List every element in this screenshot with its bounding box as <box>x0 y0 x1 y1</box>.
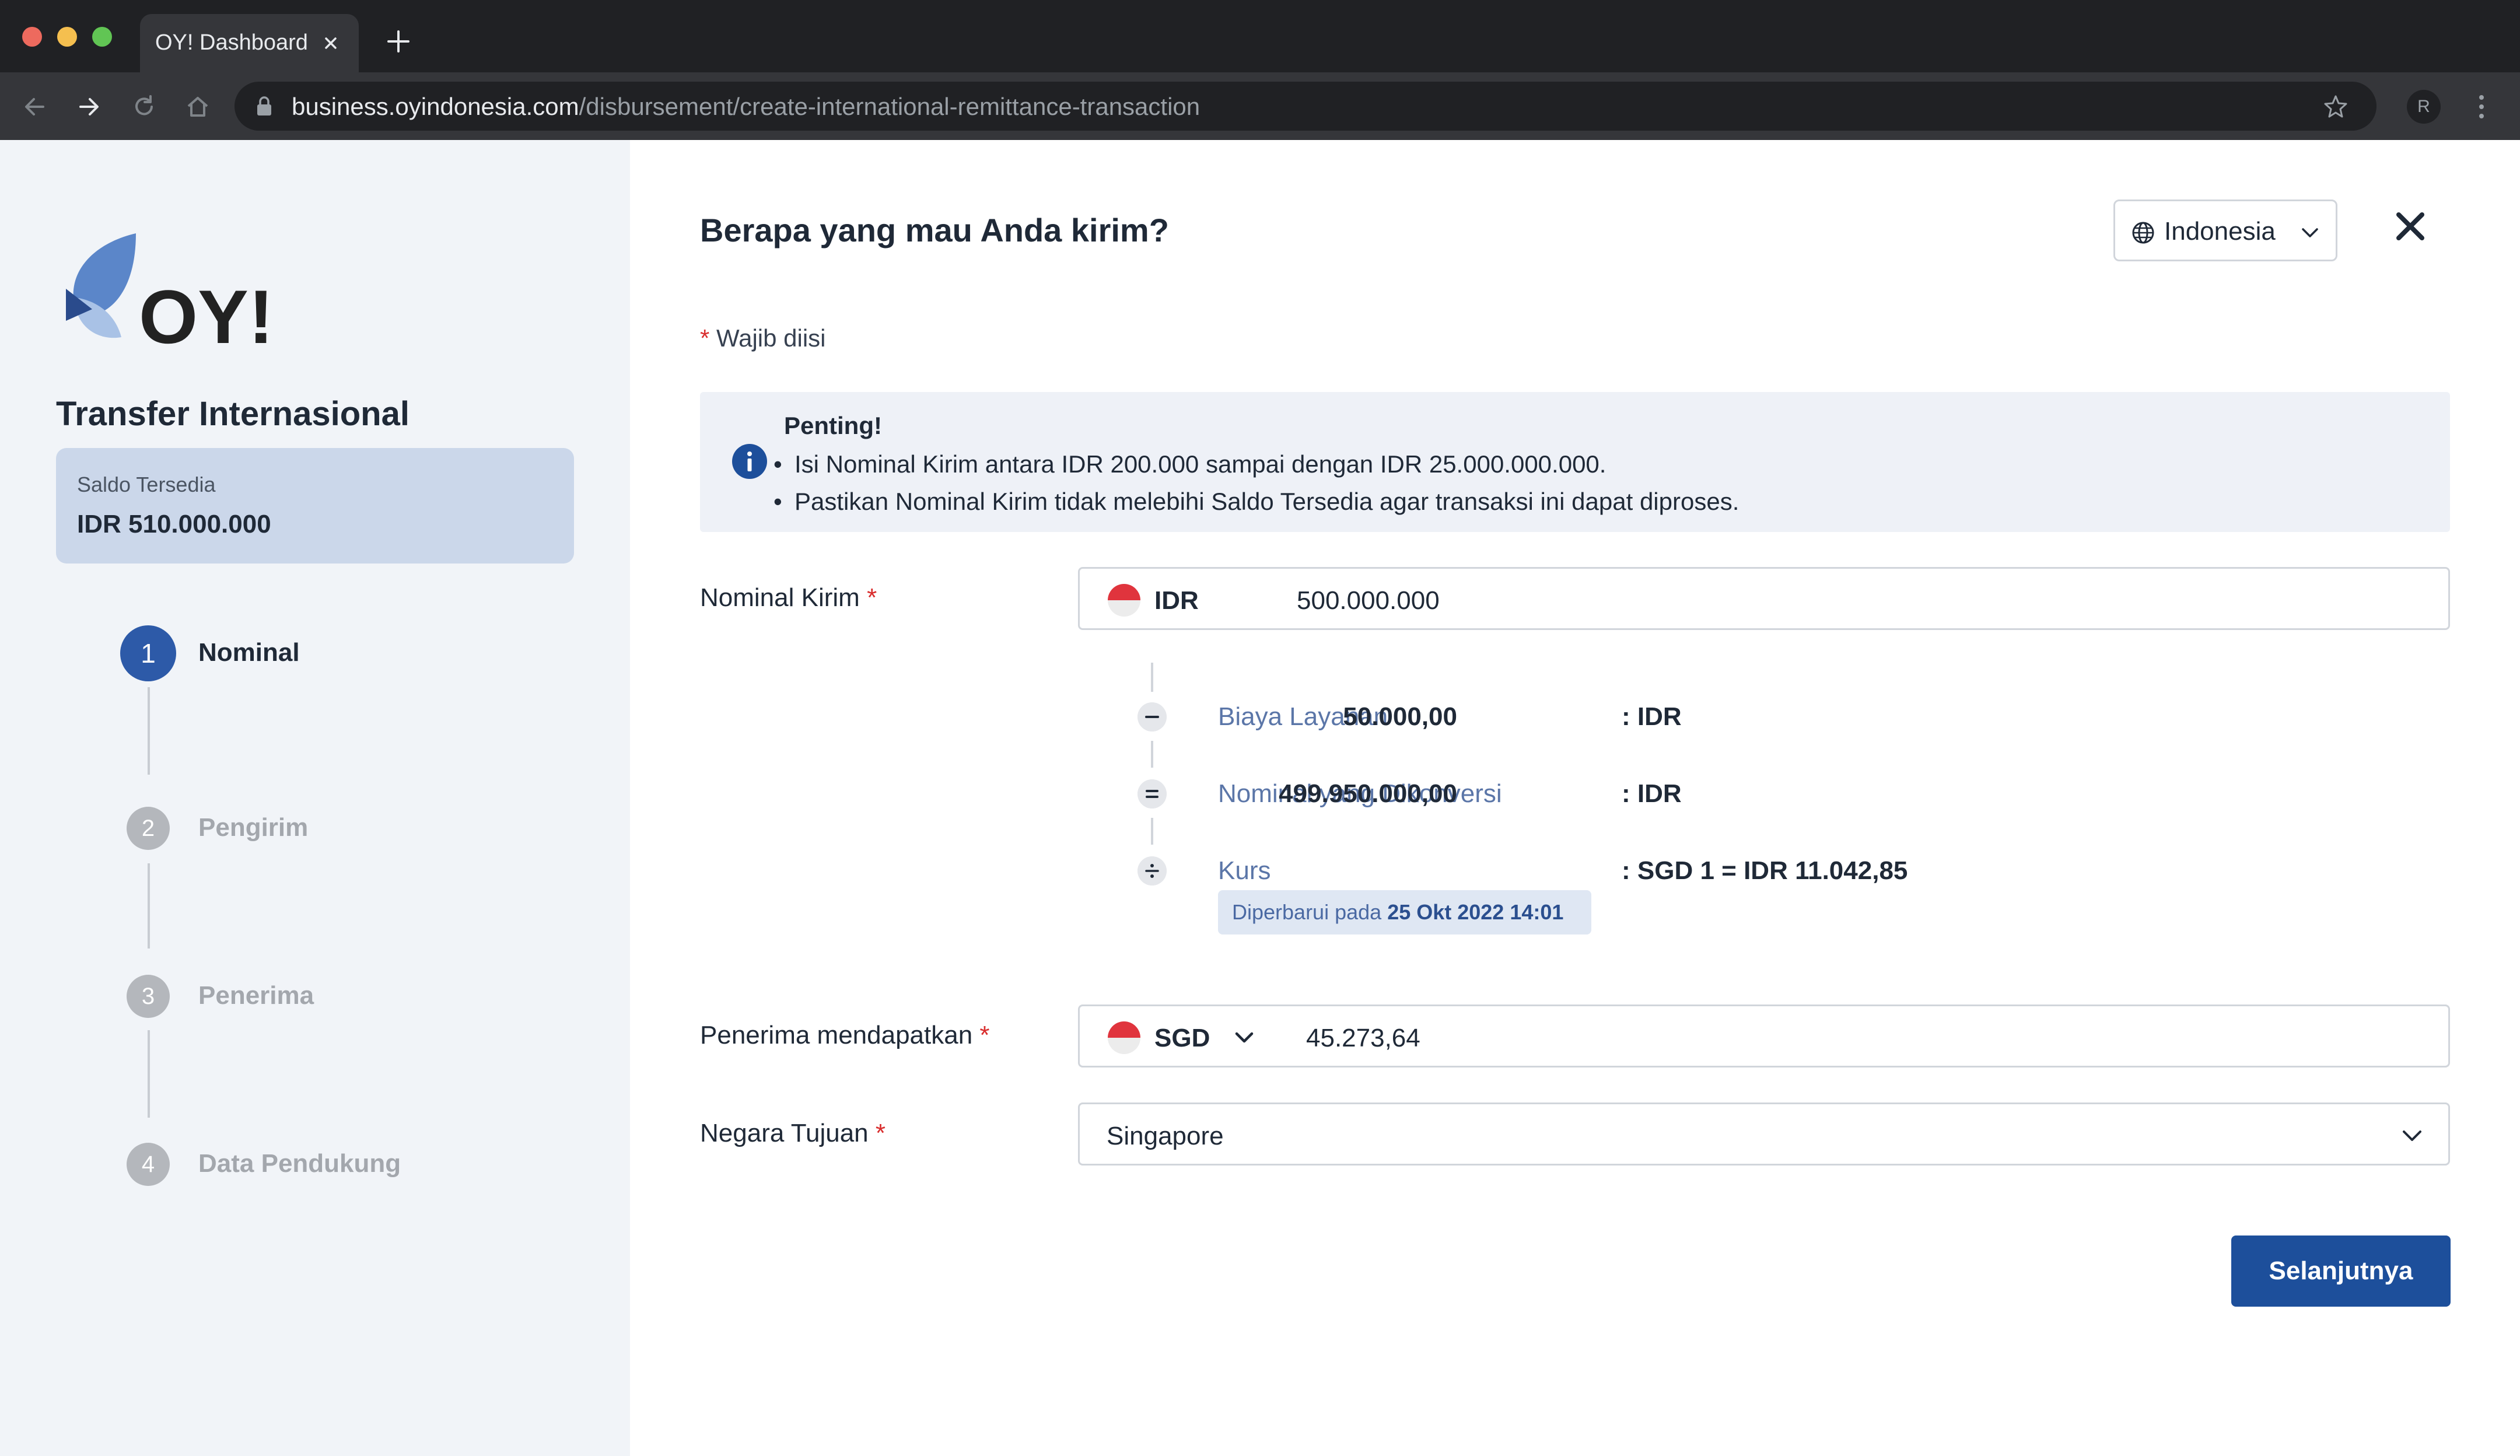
window-maximize-button[interactable] <box>92 27 112 47</box>
language-select[interactable]: Indonesia <box>2113 200 2337 261</box>
breakdown-connector <box>1151 663 1153 692</box>
required-note: * Wajib diisi <box>700 324 826 352</box>
notice-title: Penting! <box>784 412 882 439</box>
send-amount-label: Nominal Kirim * <box>700 583 877 612</box>
rate-label: Kurs <box>1218 856 1271 885</box>
next-button[interactable]: Selanjutnya <box>2231 1236 2451 1307</box>
step-number: 1 <box>120 625 176 681</box>
language-label: Indonesia <box>2164 217 2276 246</box>
tab-title: OY! Dashboard <box>155 30 308 55</box>
back-arrow-icon[interactable] <box>20 92 49 121</box>
page-section-title: Transfer Internasional <box>56 395 410 433</box>
breakdown-connector <box>1151 818 1153 845</box>
minus-icon <box>1138 702 1167 732</box>
home-icon[interactable] <box>183 92 212 121</box>
step-number: 2 <box>127 807 170 850</box>
balance-value: IDR 510.000.000 <box>77 510 271 538</box>
step-number: 3 <box>127 975 170 1018</box>
notice-item: Isi Nominal Kirim antara IDR 200.000 sam… <box>774 450 1606 478</box>
balance-card: Saldo Tersedia IDR 510.000.000 <box>56 448 574 564</box>
svg-text:OY!: OY! <box>139 274 274 350</box>
breakdown-connector <box>1151 741 1153 768</box>
bookmark-star-icon[interactable] <box>2323 93 2348 119</box>
balance-label: Saldo Tersedia <box>77 473 216 496</box>
step-number: 4 <box>127 1143 170 1186</box>
transfer-form: Berapa yang mau Anda kirim? Indonesia * … <box>630 140 2520 1456</box>
page-title: Berapa yang mau Anda kirim? <box>700 212 1169 249</box>
new-tab-plus-icon[interactable] <box>384 27 413 56</box>
equals-icon <box>1138 779 1167 808</box>
fee-value: 50.000,00 <box>1343 702 1457 731</box>
window-close-button[interactable] <box>22 27 42 47</box>
step-label: Penerima <box>198 981 314 1010</box>
window-minimize-button[interactable] <box>57 27 77 47</box>
divide-icon <box>1138 856 1167 886</box>
send-amount-value: 500.000.000 <box>1297 586 1440 615</box>
notice-item: Pastikan Nominal Kirim tidak melebihi Sa… <box>774 488 1739 516</box>
destination-country-value: Singapore <box>1107 1122 1224 1150</box>
indonesia-flag-icon <box>1108 584 1140 617</box>
forward-arrow-icon[interactable] <box>75 92 104 121</box>
send-amount-input[interactable]: IDR 500.000.000 <box>1078 567 2450 630</box>
info-icon <box>732 444 767 479</box>
rate-updated-badge: Diperbarui pada 25 Okt 2022 14:01 <box>1218 890 1591 935</box>
receive-currency-select[interactable]: SGD <box>1154 1024 1210 1053</box>
converted-currency: : IDR <box>1622 779 1682 808</box>
browser-menu-icon[interactable] <box>2476 90 2487 124</box>
url-text: business.oyindonesia.com/disbursement/cr… <box>292 93 1200 120</box>
lock-icon <box>257 96 271 116</box>
chevron-down-icon <box>2302 228 2318 237</box>
destination-country-select[interactable]: Singapore <box>1078 1102 2450 1166</box>
close-icon[interactable] <box>2392 208 2429 245</box>
chevron-down-icon <box>2403 1130 2421 1141</box>
fee-currency: : IDR <box>1622 702 1682 731</box>
step-label: Data Pendukung <box>198 1149 401 1178</box>
oy-logo: OY! <box>66 233 274 350</box>
step-label: Nominal <box>198 638 300 667</box>
step-label: Pengirim <box>198 813 309 842</box>
browser-tab-bar: OY! Dashboard <box>0 0 2520 72</box>
chevron-down-icon[interactable] <box>1233 1027 1256 1048</box>
destination-country-label: Negara Tujuan * <box>700 1119 886 1147</box>
converted-value: 499.950.000,00 <box>1279 779 1457 808</box>
send-currency: IDR <box>1154 586 1199 615</box>
receive-amount-label: Penerima mendapatkan * <box>700 1021 990 1049</box>
step-connector <box>148 687 150 775</box>
profile-avatar[interactable]: R <box>2407 90 2441 124</box>
stepper-sidebar: OY! Transfer Internasional Saldo Tersedi… <box>0 140 630 1456</box>
browser-tab[interactable]: OY! Dashboard <box>140 14 359 72</box>
rate-value: : SGD 1 = IDR 11.042,85 <box>1622 856 1908 885</box>
browser-toolbar: business.oyindonesia.com/disbursement/cr… <box>0 72 2520 140</box>
receive-amount-input[interactable]: SGD 45.273,64 <box>1078 1005 2450 1068</box>
address-bar[interactable]: business.oyindonesia.com/disbursement/cr… <box>235 82 2376 131</box>
step-connector <box>148 863 150 949</box>
receive-amount-value: 45.273,64 <box>1306 1024 1420 1052</box>
info-notice: Penting! Isi Nominal Kirim antara IDR 20… <box>700 392 2450 532</box>
singapore-flag-icon <box>1108 1021 1140 1054</box>
reload-icon[interactable] <box>130 92 159 121</box>
globe-icon <box>2132 222 2154 244</box>
step-connector <box>148 1030 150 1118</box>
tab-close-icon[interactable] <box>319 32 342 55</box>
